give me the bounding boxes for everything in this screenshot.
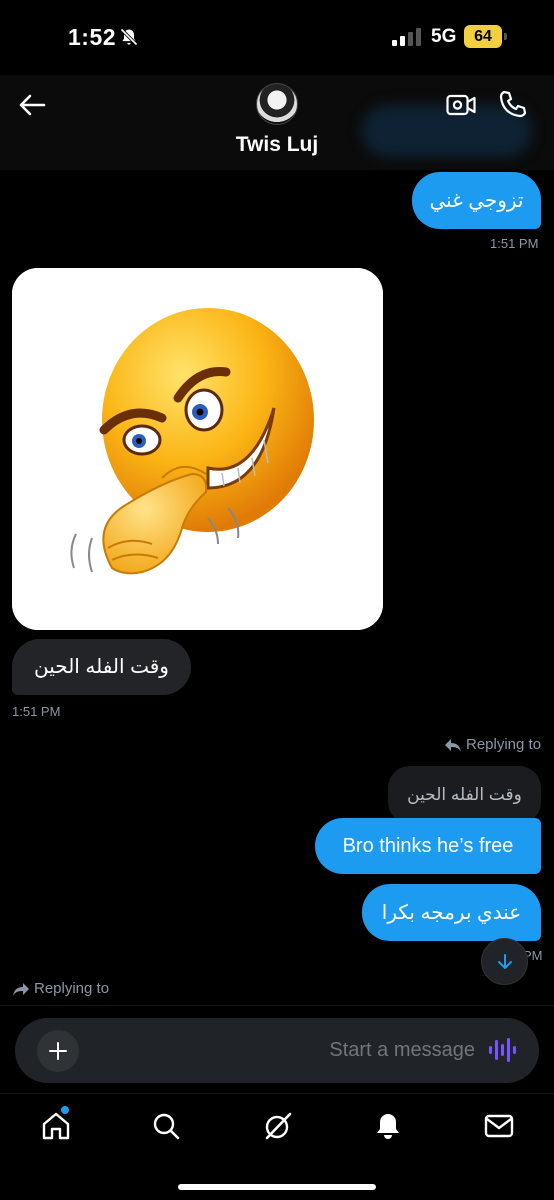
message-timestamp: 1:51 PM (12, 704, 61, 719)
message-bubble-outgoing[interactable]: Bro thinks he’s free (315, 818, 541, 874)
phone-icon[interactable] (498, 89, 528, 119)
network-type: 5G (431, 26, 457, 47)
emoji-image (12, 268, 383, 630)
status-bar: 1:52 5G 64 (0, 0, 554, 75)
message-timestamp: 1:51 PM (490, 236, 539, 251)
message-composer (15, 1018, 539, 1083)
avatar[interactable] (256, 83, 298, 125)
replying-to-label: Replying to (444, 736, 541, 753)
battery-level: 64 (464, 25, 502, 48)
replying-to-text: Replying to (466, 736, 542, 753)
image-message[interactable] (12, 268, 383, 630)
status-time: 1:52 (68, 24, 117, 50)
search-icon[interactable] (150, 1110, 182, 1142)
quoted-message[interactable]: وقت الفله الحين (388, 766, 541, 824)
bell-off-icon (120, 28, 138, 46)
voice-message-icon[interactable] (487, 1036, 517, 1064)
bottom-nav (0, 1093, 554, 1200)
compose-replying-to[interactable]: Replying to (12, 980, 109, 997)
message-bubble-outgoing[interactable]: تزوجي غني (412, 172, 541, 229)
home-indicator (178, 1184, 376, 1190)
messages-icon[interactable] (483, 1110, 515, 1142)
reply-arrow-icon (445, 738, 461, 752)
reply-arrow-icon (13, 982, 29, 996)
grok-icon[interactable] (262, 1110, 294, 1142)
message-bubble-incoming[interactable]: وقت الفله الحين (12, 639, 191, 695)
composer-area (0, 1005, 554, 1093)
add-media-button[interactable] (37, 1030, 79, 1072)
replying-to-text: Replying to (34, 980, 110, 997)
back-arrow-icon[interactable] (14, 89, 50, 121)
notification-dot (61, 1106, 69, 1114)
chat-header: Twis Luj (0, 75, 554, 170)
arrow-down-icon (497, 953, 512, 969)
signal-icon (392, 28, 421, 46)
plus-icon (49, 1042, 67, 1060)
battery-icon: 64 (464, 25, 508, 48)
notifications-icon[interactable] (372, 1110, 404, 1142)
message-input[interactable] (105, 1028, 475, 1073)
scroll-to-bottom-button[interactable] (481, 938, 528, 985)
home-icon[interactable] (40, 1110, 72, 1142)
message-bubble-outgoing[interactable]: عندي برمجه بكرا (362, 884, 541, 941)
video-call-icon[interactable] (446, 93, 476, 117)
